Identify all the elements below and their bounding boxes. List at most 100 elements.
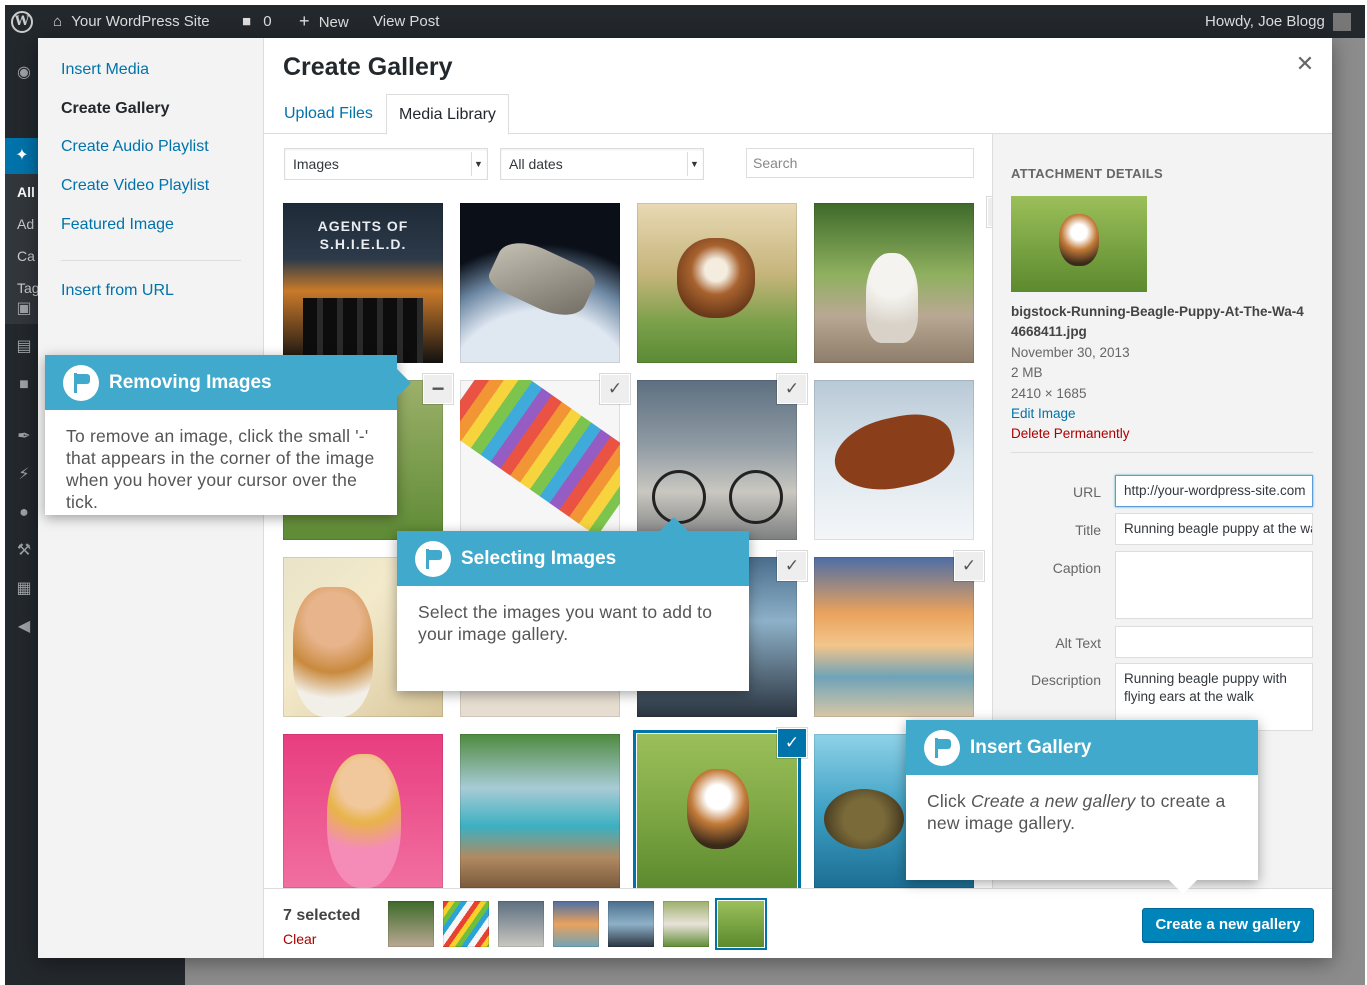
plugins-icon[interactable]: ⚡ (15, 466, 33, 484)
menu-create-gallery[interactable]: Create Gallery (61, 100, 170, 118)
comments-icon[interactable]: ■ (15, 376, 33, 394)
comments-link[interactable]: ■ 0 (242, 5, 272, 38)
tab-upload-files[interactable]: Upload Files (272, 94, 385, 135)
type-filter-value: Images (293, 156, 339, 172)
menu-featured-image[interactable]: Featured Image (61, 216, 174, 234)
girl-shape (327, 754, 401, 888)
date-filter[interactable]: All dates ▼ (500, 148, 704, 180)
grid-thumb[interactable] (460, 380, 620, 540)
view-post-link[interactable]: View Post (373, 5, 439, 38)
details-filename: bigstock-Running-Beagle-Puppy-At-The-Wa-… (1011, 304, 1304, 339)
menu-insert-media[interactable]: Insert Media (61, 61, 149, 79)
media-icon[interactable]: ▣ (15, 300, 33, 318)
create-new-gallery-button[interactable]: Create a new gallery (1142, 908, 1314, 942)
shield-poster-title: AGENTS OF S.H.I.E.L.D. (317, 218, 409, 252)
alt-text-field[interactable] (1115, 626, 1313, 658)
close-icon[interactable]: ✕ (1293, 52, 1317, 76)
caption-field[interactable] (1115, 551, 1313, 619)
site-home-link[interactable]: ⌂ Your WordPress Site (53, 5, 210, 38)
check-icon[interactable]: ✓ (955, 552, 983, 580)
new-content-link[interactable]: + New (299, 5, 349, 38)
callout-title: Removing Images (109, 372, 272, 393)
new-label: New (318, 14, 349, 31)
plus-icon: + (299, 11, 310, 31)
url-field[interactable]: http://your-wordpress-site.com (1115, 475, 1313, 507)
pages-icon[interactable]: ▤ (15, 338, 33, 356)
selection-thumb[interactable] (388, 901, 434, 947)
selection-thumb[interactable] (498, 901, 544, 947)
modal-title: Create Gallery (283, 53, 453, 81)
grid-thumb[interactable] (283, 734, 443, 888)
callout-body: To remove an image, click the small '-' … (66, 426, 375, 512)
dashboard-icon[interactable]: ◉ (15, 64, 33, 82)
flag-icon (924, 730, 960, 766)
callout-header: Insert Gallery (906, 720, 1258, 775)
settings-icon[interactable]: ▦ (15, 580, 33, 598)
grid-thumb[interactable] (460, 203, 620, 363)
submenu-categories[interactable]: Ca (17, 248, 35, 264)
alt-text-label: Alt Text (1055, 635, 1101, 651)
check-icon[interactable]: ✓ (778, 552, 806, 580)
comment-icon: ■ (242, 13, 252, 30)
howdy-label: Howdy, Joe Blogg (1205, 13, 1325, 30)
grid-thumb-selected[interactable] (637, 734, 797, 888)
details-divider (1011, 452, 1313, 453)
grid-thumb[interactable] (637, 203, 797, 363)
submenu-all-posts[interactable]: All (17, 184, 35, 200)
selection-thumb[interactable] (553, 901, 599, 947)
callout-body: Click Create a new gallery to create a n… (927, 790, 1238, 834)
admin-bar: W ⌂ Your WordPress Site ■ 0 + New View P… (5, 5, 1365, 38)
grid-thumb[interactable] (460, 734, 620, 888)
callout-pointer (1169, 880, 1197, 894)
title-field[interactable]: Running beagle puppy at the walk (1115, 513, 1313, 545)
tab-media-library[interactable]: Media Library (386, 94, 509, 135)
details-filesize: 2 MB (1011, 365, 1043, 380)
selection-thumb[interactable] (608, 901, 654, 947)
callout-header: Selecting Images (397, 531, 749, 586)
selection-thumb[interactable] (443, 901, 489, 947)
grid-thumb[interactable]: AGENTS OF S.H.I.E.L.D. (283, 203, 443, 363)
selection-thumb-current[interactable] (718, 901, 764, 947)
collapse-icon[interactable]: ◀ (15, 618, 33, 636)
dropdown-arrow-icon: ▼ (687, 152, 701, 176)
flag-icon (415, 541, 451, 577)
appearance-icon[interactable]: ✒ (15, 428, 33, 446)
clear-selection-link[interactable]: Clear (283, 931, 316, 947)
media-toolbar: 7 selected Clear Create a new gallery (264, 888, 1332, 958)
check-icon[interactable]: ✓ (778, 729, 806, 757)
check-icon[interactable]: ✓ (601, 375, 629, 403)
home-icon: ⌂ (53, 13, 63, 30)
grid-thumb[interactable] (814, 203, 974, 363)
submenu-tags[interactable]: Tag (17, 280, 40, 296)
screen: W ⌂ Your WordPress Site ■ 0 + New View P… (5, 5, 1365, 985)
bicycle-wheel-icon (729, 470, 783, 524)
edit-image-link[interactable]: Edit Image (1011, 406, 1076, 421)
menu-insert-from-url[interactable]: Insert from URL (61, 282, 174, 300)
search-input[interactable]: Search (746, 148, 974, 178)
account-menu[interactable]: Howdy, Joe Blogg (1205, 5, 1351, 38)
grid-thumb[interactable] (814, 380, 974, 540)
grid-thumb[interactable] (637, 380, 797, 540)
wordpress-logo-icon[interactable]: W (11, 11, 33, 33)
callout-title: Insert Gallery (970, 737, 1092, 758)
check-icon[interactable]: ✓ (778, 375, 806, 403)
details-dimensions: 2410 × 1685 (1011, 386, 1087, 401)
grid-thumb[interactable] (814, 557, 974, 717)
puppy-shape (677, 238, 755, 318)
users-icon[interactable]: ● (15, 504, 33, 522)
attachment-type-filter[interactable]: Images ▼ (284, 148, 488, 180)
tools-icon[interactable]: ⚒ (15, 542, 33, 560)
cat-shape (866, 253, 918, 343)
menu-create-audio-playlist[interactable]: Create Audio Playlist (61, 138, 209, 156)
flag-icon (63, 365, 99, 401)
delete-permanently-link[interactable]: Delete Permanently (1011, 426, 1130, 441)
bicycle-wheel-icon (652, 470, 706, 524)
posts-menu-active[interactable]: ✦ (5, 138, 38, 174)
minus-icon[interactable]: − (424, 375, 452, 403)
menu-create-video-playlist[interactable]: Create Video Playlist (61, 177, 209, 195)
pencils-shape (460, 380, 620, 537)
submenu-add-new[interactable]: Ad (17, 216, 34, 232)
callout-title: Selecting Images (461, 548, 617, 569)
router-tabs: Upload Files Media Library (264, 94, 1332, 135)
selection-thumb[interactable] (663, 901, 709, 947)
